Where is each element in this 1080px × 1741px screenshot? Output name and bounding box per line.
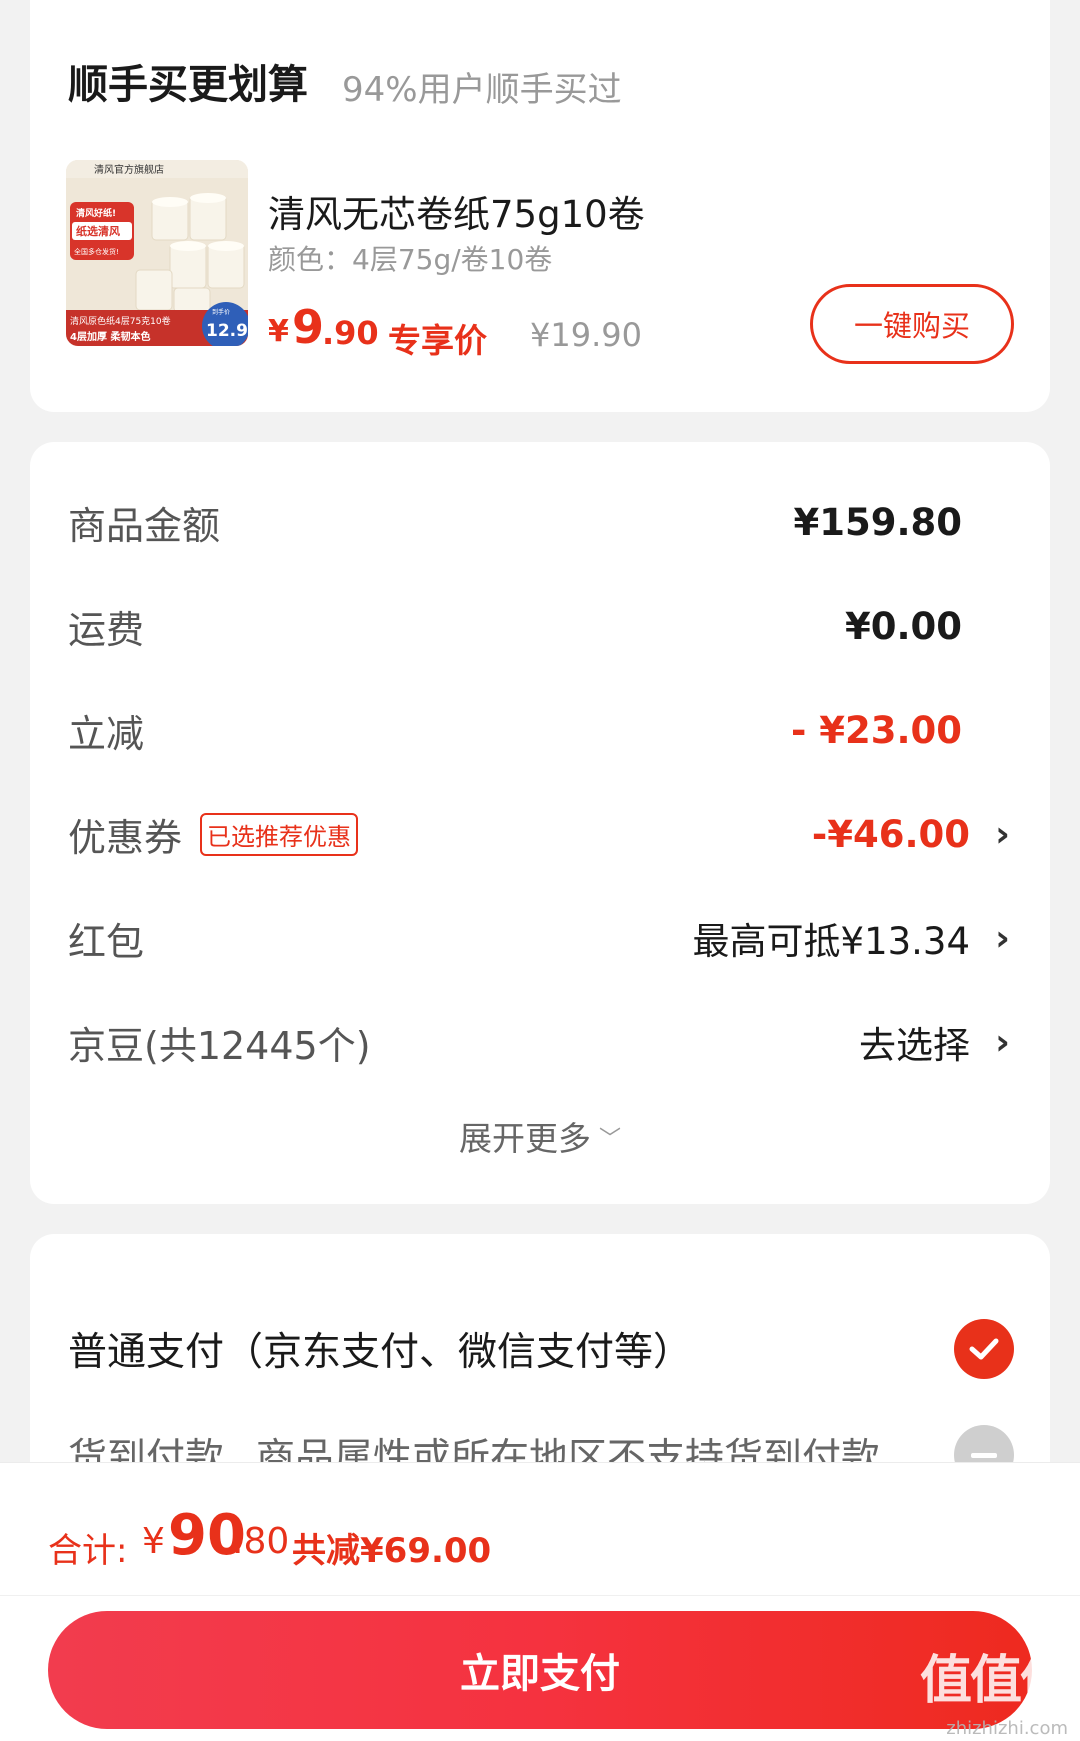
product-name[interactable]: 清风无芯卷纸75g10卷: [268, 184, 645, 238]
upsell-subtitle: 94%用户顺手买过: [342, 70, 622, 110]
upsell-card: 顺手买更划算 94%用户顺手买过 清风官方旗舰店 清风好纸! 纸选清风 全国多仓…: [30, 0, 1050, 412]
image-desc-text: 清风原色纸4层75克10卷: [70, 315, 171, 327]
jingdou-label: 京豆(共12445个): [68, 1023, 371, 1068]
checkmark-icon[interactable]: [954, 1319, 1014, 1379]
instant-discount-label: 立减: [68, 711, 145, 756]
watermark-url: zhizhizhi.com: [946, 1718, 1068, 1739]
total-decimal: .80: [232, 1521, 290, 1562]
product-spec: 颜色：4层75g/卷10卷: [268, 243, 553, 276]
chevron-right-icon: ›: [995, 1021, 1010, 1063]
coupon-value: -¥46.00: [811, 812, 970, 856]
shipping-row: 运费 ¥0.00: [68, 596, 1010, 656]
normal-payment-option[interactable]: 普通支付（京东支付、微信支付等）: [68, 1314, 1014, 1384]
watermark-logo: 值值值: [919, 1651, 1072, 1711]
divider: [0, 1595, 1080, 1596]
total-label: 合计:: [48, 1531, 128, 1571]
red-packet-label: 红包: [68, 919, 145, 964]
red-packet-value: 最高可抵¥13.34: [692, 920, 970, 963]
one-click-buy-button[interactable]: 一键购买: [810, 284, 1014, 364]
payment-method-card: 普通支付（京东支付、微信支付等） 货到付款 商品属性或所在地区不支持货到付款: [30, 1234, 1050, 1485]
image-promo-text: 清风好纸!: [76, 207, 116, 219]
expand-more-button[interactable]: 展开更多 ﹀: [30, 1112, 1050, 1160]
coupon-label: 优惠券: [68, 815, 183, 860]
shipping-value: ¥0.00: [844, 604, 962, 648]
shipping-label: 运费: [68, 607, 145, 652]
order-summary-card: 商品金额 ¥159.80 运费 ¥0.00 立减 - ¥23.00 优惠券 已选…: [30, 442, 1050, 1204]
chevron-down-icon: ﹀: [598, 1127, 621, 1152]
image-store-text: 清风官方旗舰店: [94, 163, 164, 176]
image-price-label: 到手价: [212, 308, 230, 316]
goods-amount-value: ¥159.80: [793, 500, 962, 544]
instant-discount-row: 立减 - ¥23.00: [68, 700, 1010, 760]
original-price: ¥19.90: [530, 316, 642, 354]
image-price-text: 12.9: [206, 321, 248, 341]
chevron-right-icon: ›: [995, 813, 1010, 855]
product-image[interactable]: 清风官方旗舰店 清风好纸! 纸选清风 全国多仓发货! 清风原色纸4层75克10卷…: [66, 160, 248, 346]
total-currency: ¥: [142, 1521, 165, 1562]
price-decimal: .90: [322, 314, 379, 352]
normal-payment-label: 普通支付（京东支付、微信支付等）: [68, 1330, 693, 1375]
total-savings: 共减¥69.00: [292, 1531, 492, 1571]
upsell-title: 顺手买更划算: [68, 62, 308, 108]
image-ship-text: 全国多仓发货!: [74, 247, 119, 256]
coupon-badge: 已选推荐优惠: [200, 812, 359, 856]
red-packet-row[interactable]: 红包 最高可抵¥13.34 ›: [68, 908, 1010, 968]
coupon-row[interactable]: 优惠券 已选推荐优惠 -¥46.00 ›: [68, 804, 1010, 864]
checkout-bar: 合计: ¥ 90 .80 共减¥69.00 立即支付 值值值 zhizhizhi…: [0, 1462, 1080, 1741]
goods-amount-row: 商品金额 ¥159.80: [68, 492, 1010, 552]
jingdou-row[interactable]: 京豆(共12445个) 去选择 ›: [68, 1012, 1010, 1072]
chevron-right-icon: ›: [995, 917, 1010, 959]
image-feature-text: 4层加厚 柔韧本色: [70, 330, 150, 343]
goods-amount-label: 商品金额: [68, 503, 221, 548]
price-integer: 9: [292, 300, 325, 354]
exclusive-price-tag: 专享价: [388, 321, 487, 360]
jingdou-value: 去选择: [859, 1024, 970, 1067]
pay-now-button[interactable]: 立即支付: [48, 1611, 1032, 1729]
image-slogan-text: 纸选清风: [76, 224, 120, 238]
expand-more-label: 展开更多: [458, 1119, 591, 1158]
instant-discount-value: - ¥23.00: [790, 708, 962, 752]
price-currency: ¥: [268, 314, 289, 349]
